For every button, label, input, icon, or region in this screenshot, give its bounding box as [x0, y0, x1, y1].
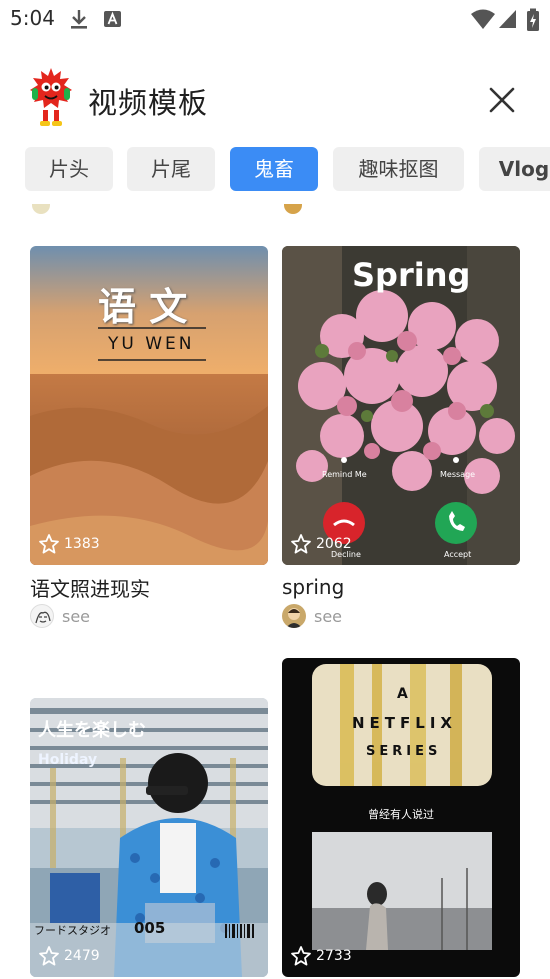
author-name: see	[62, 606, 91, 626]
overlay-subtitle: Holiday	[38, 752, 98, 768]
tab-label: 片头	[49, 157, 89, 181]
star-icon	[39, 946, 59, 966]
page-title: 视频模板	[88, 86, 209, 120]
category-tabs: 片头 片尾 鬼畜 趣味抠图 Vlog	[25, 147, 550, 191]
tab-qu-wei-kou-tu[interactable]: 趣味抠图	[333, 147, 464, 191]
tab-label: Vlog	[498, 157, 550, 181]
a-notification-icon	[104, 11, 121, 27]
tab-gui-chu[interactable]: 鬼畜	[230, 147, 318, 191]
favorites-count: 2062	[316, 536, 352, 552]
battery-charging-icon	[527, 8, 539, 31]
template-card-netflix[interactable]: A NETFLIX SERIES 曾经有人说过 2733	[282, 658, 520, 977]
header: 视频模板	[0, 60, 550, 140]
card-author[interactable]: see	[30, 604, 90, 628]
card-title[interactable]: 语文照进现实	[30, 573, 150, 602]
previous-row-avatar	[284, 204, 302, 214]
tab-pian-wei[interactable]: 片尾	[127, 147, 215, 191]
favorites-counter: 2479	[38, 945, 100, 967]
template-card-holiday[interactable]: 人生を楽しむ Holiday フードスタジオ 005 2479	[30, 698, 268, 977]
tab-vlog[interactable]: Vlog	[479, 147, 550, 191]
overlay-title: 语 文	[98, 284, 188, 329]
star-icon	[39, 534, 59, 554]
overlay-title: Spring	[352, 256, 471, 294]
favorites-count: 2733	[316, 948, 352, 964]
template-feed[interactable]: 语 文 YU WEN 1383 语文照进现实 see Spring Remind…	[0, 198, 550, 979]
status-time: 5:04	[10, 6, 55, 30]
overlay-line-1: A	[397, 686, 408, 702]
template-card-yuwen[interactable]: 语 文 YU WEN 1383	[30, 246, 268, 565]
favorites-counter: 2062	[290, 533, 352, 555]
sketch-avatar-icon	[35, 611, 51, 624]
overlay-line-3: SERIES	[366, 744, 442, 759]
mascot-logo	[30, 68, 72, 126]
template-card-spring[interactable]: Spring Remind Me Message Decline Accept …	[282, 246, 520, 565]
overlay-title: 人生を楽しむ	[38, 720, 146, 741]
card-author[interactable]: see	[282, 604, 342, 628]
favorites-counter: 2733	[290, 945, 352, 967]
tab-pian-tou[interactable]: 片头	[25, 147, 113, 191]
photo-avatar-icon	[286, 608, 302, 628]
avatar	[30, 604, 54, 628]
card-title[interactable]: spring	[282, 575, 344, 599]
overlay-footer: フードスタジオ	[34, 924, 111, 937]
author-name: see	[314, 606, 343, 626]
message-label: Message	[440, 470, 476, 479]
remind-me-label: Remind Me	[322, 470, 367, 479]
status-bar: 5:04	[0, 0, 550, 38]
tab-label: 鬼畜	[254, 157, 294, 181]
star-icon	[291, 946, 311, 966]
avatar	[282, 604, 306, 628]
favorites-count: 1383	[64, 536, 100, 552]
star-icon	[291, 534, 311, 554]
tab-label: 片尾	[151, 157, 191, 181]
overlay-caption: 曾经有人说过	[368, 808, 434, 821]
wifi-icon	[471, 9, 495, 29]
favorites-counter: 1383	[38, 533, 100, 555]
overlay-line-2: NETFLIX	[352, 714, 457, 732]
favorites-count: 2479	[64, 948, 100, 964]
previous-row-avatar	[32, 204, 50, 214]
close-icon[interactable]	[486, 84, 518, 116]
overlay-subtitle: YU WEN	[108, 334, 195, 354]
tab-label: 趣味抠图	[358, 157, 439, 181]
accept-label: Accept	[444, 550, 472, 559]
signal-icon	[499, 10, 516, 28]
download-icon	[71, 10, 87, 29]
overlay-code: 005	[134, 919, 166, 937]
